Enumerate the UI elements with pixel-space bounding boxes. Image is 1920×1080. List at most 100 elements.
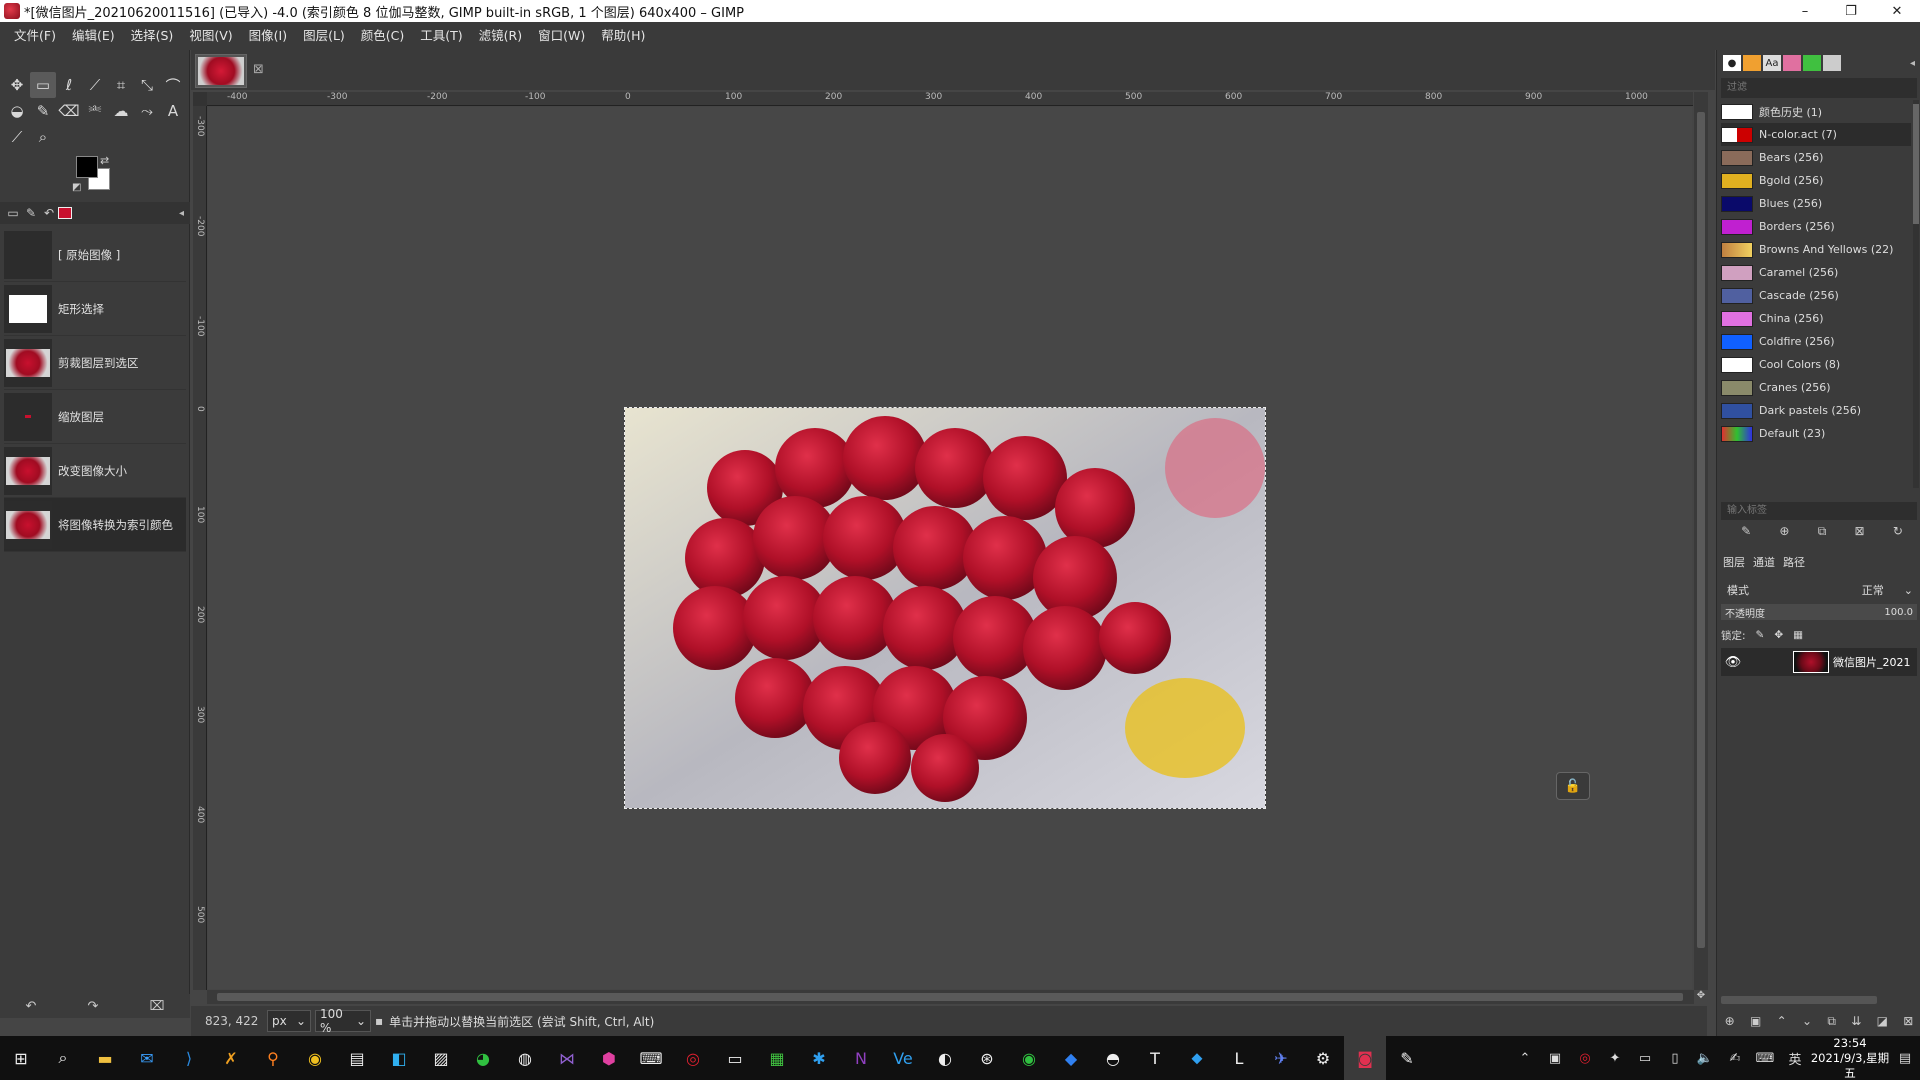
- palette-item[interactable]: Dark pastels (256): [1721, 399, 1911, 422]
- gimp-taskbar-icon[interactable]: ◙: [1344, 1036, 1386, 1080]
- typora-icon[interactable]: T: [1134, 1036, 1176, 1080]
- terminal-icon[interactable]: ▭: [714, 1036, 756, 1080]
- palette-item[interactable]: 颜色历史 (1): [1721, 100, 1911, 123]
- redo-icon[interactable]: ↷: [88, 999, 99, 1014]
- chevron-up-icon[interactable]: ⌃: [1510, 1051, 1540, 1066]
- palette-item[interactable]: Caramel (256): [1721, 261, 1911, 284]
- lock-pixels-icon[interactable]: ✎: [1756, 629, 1765, 641]
- patterns-tab-icon[interactable]: [1743, 55, 1761, 71]
- mode-select[interactable]: 正常: [1862, 582, 1884, 598]
- text-icon[interactable]: A: [160, 98, 186, 124]
- palette-filter-input[interactable]: 过滤: [1721, 78, 1917, 98]
- search-tool-icon[interactable]: ⚲: [252, 1036, 294, 1080]
- crop-icon[interactable]: ⌗: [108, 72, 134, 98]
- menu-colors[interactable]: 颜色(C): [353, 22, 412, 50]
- volume-icon[interactable]: 🔈: [1690, 1051, 1720, 1066]
- settings-icon[interactable]: ⚙: [1302, 1036, 1344, 1080]
- undo-item[interactable]: 改变图像大小: [4, 444, 186, 498]
- chevron-down-icon[interactable]: ⌄: [1904, 584, 1913, 597]
- ime-indicator[interactable]: 英: [1780, 1049, 1810, 1068]
- palettes-tab-icon[interactable]: [1803, 55, 1821, 71]
- duplicate-layer-icon[interactable]: ⧉: [1827, 1014, 1836, 1029]
- app-green-icon[interactable]: ◉: [1008, 1036, 1050, 1080]
- horizontal-ruler[interactable]: -400 -300 -200 -100 0 100 200 300 400 50…: [207, 92, 1693, 106]
- undo-icon[interactable]: ↶: [26, 999, 37, 1014]
- visual-studio-icon[interactable]: ⋈: [546, 1036, 588, 1080]
- lock-alpha-icon[interactable]: ▦: [1793, 629, 1803, 641]
- menu-layer[interactable]: 图层(L): [295, 22, 353, 50]
- gradients-tab-icon[interactable]: [1783, 55, 1801, 71]
- lower-layer-icon[interactable]: ⌄: [1802, 1014, 1812, 1028]
- code-editor-icon[interactable]: ⌨: [630, 1036, 672, 1080]
- app-bird-icon[interactable]: ✈: [1260, 1036, 1302, 1080]
- lasso-icon[interactable]: ℓ: [56, 72, 82, 98]
- warp-icon[interactable]: ⌒: [160, 72, 186, 98]
- undo-item[interactable]: 缩放图层: [4, 390, 186, 444]
- network-icon[interactable]: ▯: [1660, 1051, 1690, 1066]
- menu-windows[interactable]: 窗口(W): [530, 22, 593, 50]
- tray-app-icon[interactable]: ▣: [1540, 1051, 1570, 1066]
- palette-item[interactable]: China (256): [1721, 307, 1911, 330]
- app-ve-icon[interactable]: Ve: [882, 1036, 924, 1080]
- menu-help[interactable]: 帮助(H): [593, 22, 653, 50]
- disk-icon[interactable]: ▤: [336, 1036, 378, 1080]
- clock[interactable]: 23:54 2021/9/3,星期五: [1810, 1036, 1890, 1080]
- dock-menu-icon[interactable]: ◂: [1910, 58, 1915, 69]
- mail-icon[interactable]: ✉: [126, 1036, 168, 1080]
- lock-position-icon[interactable]: ✥: [1774, 629, 1783, 641]
- menu-file[interactable]: 文件(F): [6, 22, 64, 50]
- visibility-eye-icon[interactable]: 👁: [1721, 655, 1745, 670]
- duplicate-palette-icon[interactable]: ⧉: [1818, 524, 1827, 544]
- palette-item[interactable]: Bears (256): [1721, 146, 1911, 169]
- menu-select[interactable]: 选择(S): [123, 22, 182, 50]
- mask-layer-icon[interactable]: ◪: [1877, 1014, 1888, 1028]
- app-gear-round-icon[interactable]: ⊛: [966, 1036, 1008, 1080]
- chrome-icon[interactable]: ◉: [294, 1036, 336, 1080]
- edit-palette-icon[interactable]: ✎: [1741, 524, 1751, 544]
- clone-icon[interactable]: ⎃: [82, 98, 108, 124]
- close-tab-icon[interactable]: ⊠: [253, 62, 264, 77]
- refresh-palettes-icon[interactable]: ↻: [1893, 524, 1903, 544]
- reset-colors-icon[interactable]: ◩: [72, 182, 81, 193]
- bucket-fill-icon[interactable]: ◒: [4, 98, 30, 124]
- palette-item[interactable]: Coldfire (256): [1721, 330, 1911, 353]
- undo-item[interactable]: 矩形选择: [4, 282, 186, 336]
- brushes-tab-icon[interactable]: ●: [1723, 55, 1741, 71]
- windows-start-icon[interactable]: ⊞: [0, 1036, 42, 1080]
- foreground-color-swatch[interactable]: [76, 156, 98, 178]
- file-explorer-icon[interactable]: ▬: [84, 1036, 126, 1080]
- unit-select[interactable]: px ⌄: [267, 1010, 311, 1032]
- horizontal-scrollbar[interactable]: [207, 990, 1694, 1004]
- palette-scrollbar[interactable]: [1913, 100, 1919, 488]
- maximize-button[interactable]: ❐: [1828, 0, 1874, 22]
- tab-layers[interactable]: 图层: [1723, 554, 1745, 570]
- palette-item[interactable]: Bgold (256): [1721, 169, 1911, 192]
- vertical-scrollbar[interactable]: [1694, 92, 1708, 990]
- layer-item[interactable]: 👁 微信图片_2021: [1721, 648, 1917, 676]
- star-app-icon[interactable]: ✱: [798, 1036, 840, 1080]
- palette-item[interactable]: N-color.act (7): [1721, 123, 1911, 146]
- palette-item[interactable]: Cranes (256): [1721, 376, 1911, 399]
- delete-layer-icon[interactable]: ⊠: [1903, 1014, 1913, 1028]
- menu-edit[interactable]: 编辑(E): [64, 22, 123, 50]
- transform-icon[interactable]: ⤡: [134, 72, 160, 98]
- paint-icon[interactable]: ✎: [1386, 1036, 1428, 1080]
- pen-icon[interactable]: ✍: [1720, 1051, 1750, 1066]
- palette-item[interactable]: Cascade (256): [1721, 284, 1911, 307]
- tab-paths[interactable]: 路径: [1783, 554, 1805, 570]
- app-blue-icon[interactable]: ◆: [1050, 1036, 1092, 1080]
- palette-item[interactable]: Blues (256): [1721, 192, 1911, 215]
- new-palette-icon[interactable]: ⊕: [1779, 524, 1789, 544]
- menu-view[interactable]: 视图(V): [181, 22, 240, 50]
- layer-name[interactable]: 微信图片_2021: [1833, 654, 1911, 670]
- menu-tools[interactable]: 工具(T): [412, 22, 470, 50]
- paths-icon[interactable]: ⤳: [134, 98, 160, 124]
- vscode-icon[interactable]: ⟩: [168, 1036, 210, 1080]
- netease-tray-icon[interactable]: ◎: [1570, 1051, 1600, 1066]
- merge-layer-icon[interactable]: ⇊: [1851, 1014, 1861, 1028]
- tag-input[interactable]: 输入标签: [1721, 502, 1917, 520]
- minimize-button[interactable]: –: [1782, 0, 1828, 22]
- notepad-icon[interactable]: ▦: [756, 1036, 798, 1080]
- close-button[interactable]: ✕: [1874, 0, 1920, 22]
- navigate-icon[interactable]: ✥: [1694, 990, 1708, 1004]
